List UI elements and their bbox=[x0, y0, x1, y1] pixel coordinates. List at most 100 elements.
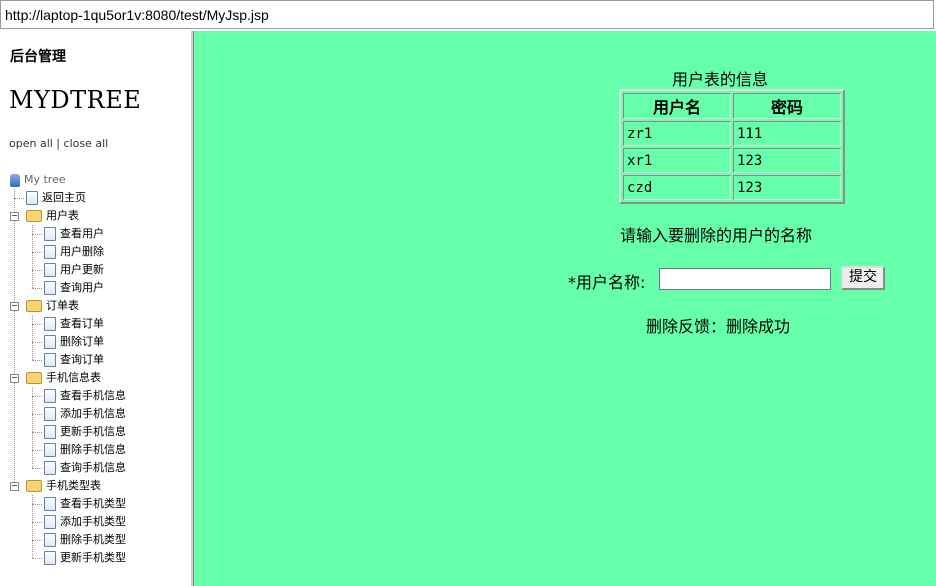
tree-toggle-1[interactable]: − bbox=[10, 297, 22, 315]
tree-item[interactable]: 查询用户 bbox=[44, 279, 104, 297]
open-all-link[interactable]: open all bbox=[9, 137, 53, 150]
tree-connector bbox=[14, 198, 24, 199]
minus-toggle-icon[interactable]: − bbox=[10, 373, 19, 383]
close-all-link[interactable]: close all bbox=[64, 137, 109, 150]
tree-item[interactable]: 查看订单 bbox=[44, 315, 104, 333]
tree-connector bbox=[32, 360, 42, 361]
tree-toggle-2[interactable]: − bbox=[10, 369, 22, 387]
minus-toggle-icon[interactable]: − bbox=[10, 481, 19, 491]
tree-item-label: 查看用户 bbox=[60, 227, 104, 240]
tree-group-3[interactable]: 手机类型表 bbox=[26, 477, 101, 495]
tree-item-label: 返回主页 bbox=[42, 191, 86, 204]
tree-item[interactable]: 删除订单 bbox=[44, 333, 104, 351]
tree-connector bbox=[32, 540, 42, 541]
tree-group-label: 订单表 bbox=[46, 299, 79, 312]
tree-item[interactable]: 用户更新 bbox=[44, 261, 104, 279]
tree-connector bbox=[32, 504, 42, 505]
tree-toggle-3[interactable]: − bbox=[10, 477, 22, 495]
sidebar-frame: 后台管理 MYDTREE open all | close all My tre… bbox=[0, 31, 190, 586]
submit-button[interactable]: 提交 bbox=[841, 266, 885, 290]
folder-icon bbox=[26, 210, 42, 222]
page-icon bbox=[44, 425, 56, 439]
page-icon bbox=[44, 461, 56, 475]
tree-item[interactable]: 查询手机信息 bbox=[44, 459, 126, 477]
content-area: 用户表的信息 用户名 密码 zr1 111 xr1 123 czd 123 请输… bbox=[194, 31, 936, 586]
tree-item-label: 查看手机类型 bbox=[60, 497, 126, 510]
page-icon bbox=[44, 443, 56, 457]
page-icon bbox=[44, 245, 56, 259]
tree-item[interactable]: 更新手机信息 bbox=[44, 423, 126, 441]
tree-connector bbox=[32, 270, 42, 271]
tree-item-label: 查看订单 bbox=[60, 317, 104, 330]
folder-icon bbox=[26, 480, 42, 492]
tree-connector bbox=[32, 414, 42, 415]
page-icon bbox=[44, 263, 56, 277]
tree-item-home[interactable]: 返回主页 bbox=[26, 189, 86, 207]
tree-item[interactable]: 查看用户 bbox=[44, 225, 104, 243]
tree-item-label: 添加手机信息 bbox=[60, 407, 126, 420]
tree-connector bbox=[32, 288, 42, 289]
tree-group-label: 用户表 bbox=[46, 209, 79, 222]
cell-username: zr1 bbox=[623, 121, 731, 146]
address-bar[interactable]: http://laptop-1qu5or1v:8080/test/MyJsp.j… bbox=[0, 0, 934, 29]
page-icon bbox=[44, 281, 56, 295]
table-row: zr1 111 bbox=[623, 121, 841, 146]
table-row: czd 123 bbox=[623, 175, 841, 200]
tree-group-2[interactable]: 手机信息表 bbox=[26, 369, 101, 387]
tree-group-1[interactable]: 订单表 bbox=[26, 297, 79, 315]
delete-feedback: 删除反馈：删除成功 bbox=[646, 317, 791, 336]
open-close-links: open all | close all bbox=[9, 137, 108, 150]
tree-connector bbox=[14, 189, 15, 486]
tree-group-label: 手机类型表 bbox=[46, 479, 101, 492]
minus-toggle-icon[interactable]: − bbox=[10, 211, 19, 221]
tree-item[interactable]: 查看手机类型 bbox=[44, 495, 126, 513]
tree-item-label: 更新手机信息 bbox=[60, 425, 126, 438]
tree-connector bbox=[32, 252, 42, 253]
users-table: 用户名 密码 zr1 111 xr1 123 czd 123 bbox=[619, 89, 845, 204]
tree-item[interactable]: 删除手机类型 bbox=[44, 531, 126, 549]
tree-item-label: 更新手机类型 bbox=[60, 551, 126, 564]
tree-connector bbox=[32, 396, 42, 397]
tree-item-label: 查看手机信息 bbox=[60, 389, 126, 402]
tree-root[interactable]: My tree bbox=[10, 171, 66, 189]
tree-item[interactable]: 添加手机类型 bbox=[44, 513, 126, 531]
tree-connector bbox=[32, 342, 42, 343]
admin-title: 后台管理 bbox=[10, 49, 66, 65]
cell-password: 111 bbox=[733, 121, 841, 146]
page-icon bbox=[44, 497, 56, 511]
minus-toggle-icon[interactable]: − bbox=[10, 301, 19, 311]
table-row: xr1 123 bbox=[623, 148, 841, 173]
tree-connector bbox=[32, 234, 42, 235]
page-icon bbox=[44, 227, 56, 241]
tree-connector bbox=[32, 468, 42, 469]
computer-icon bbox=[10, 173, 20, 187]
tree-item-label: 用户删除 bbox=[60, 245, 104, 258]
tree-item[interactable]: 用户删除 bbox=[44, 243, 104, 261]
tree-group-0[interactable]: 用户表 bbox=[26, 207, 79, 225]
column-header-password: 密码 bbox=[733, 93, 841, 119]
content-frame: 用户表的信息 用户名 密码 zr1 111 xr1 123 czd 123 请输… bbox=[194, 31, 936, 586]
tree-title: MYDTREE bbox=[9, 86, 142, 114]
tree-group-label: 手机信息表 bbox=[46, 371, 101, 384]
tree-item-label: 删除订单 bbox=[60, 335, 104, 348]
page-icon bbox=[44, 533, 56, 547]
tree-item[interactable]: 添加手机信息 bbox=[44, 405, 126, 423]
tree-connector bbox=[32, 387, 33, 468]
tree-item-label: 删除手机信息 bbox=[60, 443, 126, 456]
tree-item[interactable]: 删除手机信息 bbox=[44, 441, 126, 459]
tree-item-label: 查询订单 bbox=[60, 353, 104, 366]
table-caption: 用户表的信息 bbox=[672, 70, 769, 89]
tree-item[interactable]: 查询订单 bbox=[44, 351, 104, 369]
table-header-row: 用户名 密码 bbox=[623, 93, 841, 119]
tree-toggle-0[interactable]: − bbox=[10, 207, 22, 225]
tree-item-label: 用户更新 bbox=[60, 263, 104, 276]
tree-item[interactable]: 查看手机信息 bbox=[44, 387, 126, 405]
tree-item[interactable]: 更新手机类型 bbox=[44, 549, 126, 567]
page-icon bbox=[44, 407, 56, 421]
cell-username: xr1 bbox=[623, 148, 731, 173]
tree-connector bbox=[32, 450, 42, 451]
page-icon bbox=[44, 389, 56, 403]
username-input[interactable] bbox=[659, 268, 831, 290]
folder-icon bbox=[26, 300, 42, 312]
address-bar-url[interactable]: http://laptop-1qu5or1v:8080/test/MyJsp.j… bbox=[5, 7, 269, 23]
